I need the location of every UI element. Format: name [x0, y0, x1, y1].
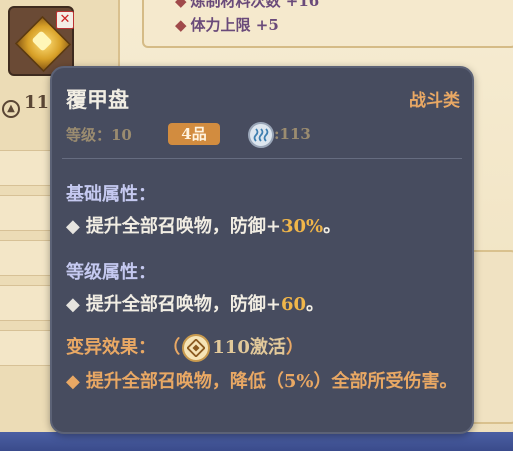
resource-value: :113 — [274, 125, 311, 143]
mutation-rune-icon — [182, 334, 211, 362]
item-name: 覆甲盘 — [66, 87, 129, 112]
resource-count: ▲ 11 — [2, 92, 49, 118]
bottom-bar — [0, 432, 513, 451]
water-wave-icon — [248, 122, 274, 148]
mutation-title: 变异效果： （ 110激活） — [66, 333, 304, 363]
level-attr-line: ◆ 提升全部召唤物，防御+60。 — [66, 294, 324, 315]
level-attr-title: 等级属性： — [66, 262, 156, 283]
grade-badge: 4品 — [168, 123, 220, 145]
base-attr-line: ◆ 提升全部召唤物，防御+30%。 — [66, 216, 342, 237]
item-tooltip: 覆甲盘 战斗类 等级：10 4品 :113 基础属性： ◆ 提升全部召唤物，防御+… — [50, 66, 474, 434]
item-level: 等级：10 — [66, 126, 132, 144]
water-resource: :113 — [248, 120, 311, 148]
base-attr-title: 基础属性： — [66, 184, 156, 205]
close-icon[interactable]: ✕ — [56, 11, 74, 29]
stat-line: ◆ 炼制材料次数 +16 — [175, 0, 320, 10]
stat-line: ◆ 体力上限 +5 — [175, 16, 279, 34]
mountain-icon: ▲ — [2, 100, 20, 118]
divider — [62, 158, 462, 159]
item-category: 战斗类 — [409, 91, 460, 111]
mutation-effect: ◆ 提升全部召唤物，降低（5%）全部所受伤害。 — [66, 371, 458, 392]
